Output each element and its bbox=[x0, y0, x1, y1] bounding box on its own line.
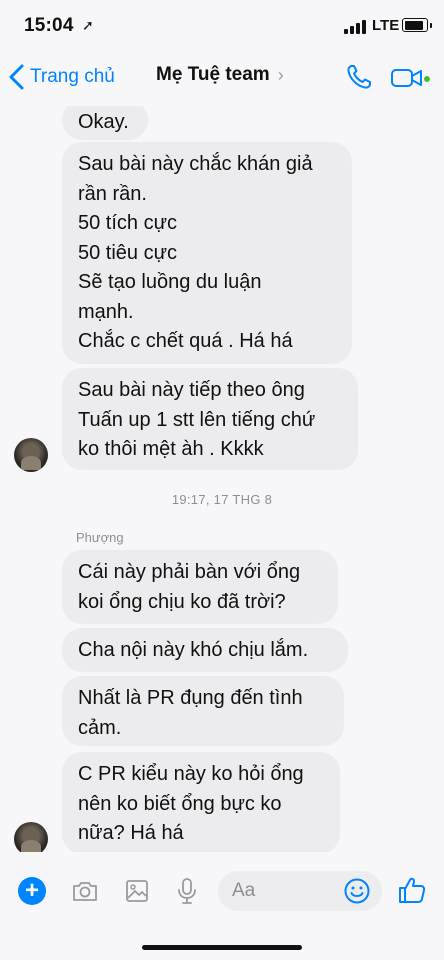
message-bubble[interactable]: Okay. bbox=[62, 106, 148, 140]
message-bubble[interactable]: Cha nội này khó chịu lắm. bbox=[62, 628, 348, 672]
microphone-icon[interactable] bbox=[172, 876, 202, 906]
thumbs-up-icon[interactable] bbox=[396, 874, 428, 906]
message-list[interactable]: Okay. Sau bài này chắc khán giả rần rần.… bbox=[0, 106, 444, 852]
composer-bar: + bbox=[0, 852, 444, 930]
conversation-name: Mẹ Tuệ team bbox=[156, 64, 270, 85]
back-button[interactable]: Trang chủ bbox=[8, 62, 115, 92]
chevron-right-icon: › bbox=[277, 64, 284, 85]
message-timestamp: 19:17, 17 THG 8 bbox=[171, 492, 273, 507]
message-bubble[interactable]: Cái này phải bàn với ổng koi ổng chịu ko… bbox=[62, 550, 338, 624]
home-indicator bbox=[142, 945, 302, 950]
network-label: LTE bbox=[372, 17, 400, 34]
avatar[interactable] bbox=[14, 438, 48, 472]
avatar[interactable] bbox=[14, 822, 48, 852]
camera-icon[interactable] bbox=[70, 876, 100, 906]
message-bubble[interactable]: C PR kiểu này ko hỏi ổng nên ko biết ổng… bbox=[62, 752, 340, 852]
location-arrow-icon: ➚ bbox=[82, 17, 94, 33]
video-camera-icon[interactable] bbox=[390, 66, 424, 90]
phone-icon[interactable] bbox=[344, 62, 374, 92]
message-bubble[interactable]: Nhất là PR đụng đến tình cảm. bbox=[62, 676, 344, 746]
battery-icon bbox=[402, 18, 432, 32]
back-label: Trang chủ bbox=[30, 66, 115, 87]
conversation-header: Trang chủ Mẹ Tuệ team › bbox=[0, 48, 444, 106]
emoji-icon[interactable] bbox=[342, 876, 372, 906]
back-chevron-icon bbox=[9, 64, 24, 90]
plus-icon[interactable]: + bbox=[18, 877, 46, 905]
status-time: 15:04 bbox=[24, 15, 74, 36]
status-bar: 15:04 ➚ LTE bbox=[0, 0, 444, 48]
signal-icon bbox=[344, 20, 366, 34]
sender-name: Phượng bbox=[76, 530, 124, 545]
message-bubble[interactable]: Sau bài này chắc khán giả rần rần. 50 tí… bbox=[62, 142, 352, 364]
conversation-title[interactable]: Mẹ Tuệ team › bbox=[156, 64, 284, 86]
online-status-dot bbox=[424, 76, 430, 82]
message-bubble[interactable]: Sau bài này tiếp theo ông Tuấn up 1 stt … bbox=[62, 368, 358, 470]
photo-icon[interactable] bbox=[122, 876, 152, 906]
